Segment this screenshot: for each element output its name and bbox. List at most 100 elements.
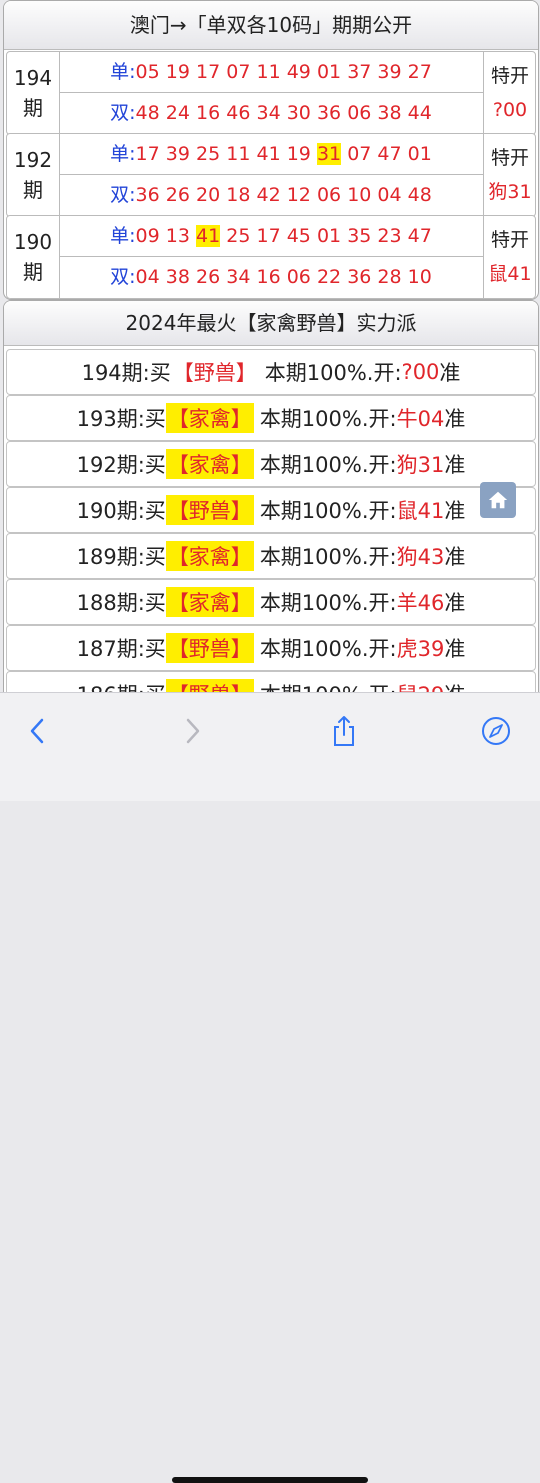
row-end: 准: [444, 499, 466, 523]
number: 27: [407, 61, 432, 83]
numbers-cell: 单:05 19 17 07 11 49 01 37 39 27 双:48 24 1…: [59, 52, 483, 134]
prediction-row: 192期:买 【家禽】 本期100%.开: 狗31 准: [6, 441, 536, 487]
number: 10: [347, 184, 372, 206]
special-label: 特开: [490, 65, 529, 87]
number: 39: [377, 61, 402, 83]
number: 22: [316, 266, 342, 288]
number: 30: [286, 102, 311, 124]
row-mid: 本期100%.开:: [259, 407, 397, 431]
row-mid: 本期100%.开:: [259, 637, 397, 661]
safari-button[interactable]: [476, 711, 516, 751]
number: 01: [316, 225, 342, 247]
special-value: 鼠41: [488, 263, 532, 285]
row-period: 192期:买: [76, 453, 166, 477]
number: 35: [347, 225, 372, 247]
bottom-panel: 2024年最火【家禽野兽】实力派 194期:买 【野兽】 本期100%.开: ?00 准…: [3, 300, 539, 702]
numbers-cell: 单:09 13 41 25 17 45 01 35 23 47 双:04 38 2…: [59, 216, 483, 298]
number: 07: [347, 143, 372, 165]
double-row: 双:04 38 26 34 16 06 22 36 28 10: [59, 256, 483, 297]
number: 31: [316, 143, 342, 165]
number: 23: [377, 225, 402, 247]
row-period: 194期:买: [81, 361, 171, 385]
row-pick: 【家禽】: [165, 403, 254, 433]
special-value: ?00: [492, 99, 528, 121]
number: 11: [256, 61, 281, 83]
number: 46: [226, 102, 251, 124]
issue-cell: 192 期: [7, 134, 60, 216]
number: 39: [165, 143, 190, 165]
number: 28: [377, 266, 402, 288]
numbers-cell: 单:17 39 25 11 41 19 31 07 47 01 双:36 26 2…: [59, 134, 483, 216]
row-pick: 【家禽】: [165, 587, 254, 617]
number: 19: [165, 61, 190, 83]
number: 47: [407, 225, 432, 247]
special-label: 特开: [490, 147, 529, 169]
number: 44: [407, 102, 432, 124]
number: 18: [226, 184, 251, 206]
number: 38: [165, 266, 190, 288]
home-indicator: [172, 1477, 368, 1483]
number: 25: [226, 225, 251, 247]
issue-cell: 194 期: [7, 52, 60, 134]
issue-number: 194: [13, 66, 53, 90]
back-button[interactable]: [18, 711, 58, 751]
row-end: 准: [444, 637, 466, 661]
issue-group: 194 期单:05 19 17 07 11 49 01 37 39 27 双:48 …: [6, 51, 536, 135]
number: 07: [226, 61, 251, 83]
chevron-right-icon: [186, 718, 200, 744]
prediction-row: 190期:买 【野兽】 本期100%.开: 鼠41 准: [6, 487, 536, 533]
number: 49: [286, 61, 311, 83]
row-label: 双:: [110, 184, 136, 206]
row-end: 准: [439, 361, 461, 385]
share-icon: [334, 716, 354, 746]
issue-cell: 190 期: [7, 216, 60, 298]
row-mid: 本期100%.开:: [259, 545, 397, 569]
number: 36: [316, 102, 342, 124]
special-cell: 特开 鼠41: [483, 216, 536, 298]
row-end: 准: [444, 591, 466, 615]
number: 41: [196, 225, 221, 247]
single-row: 单:17 39 25 11 41 19 31 07 47 01: [59, 134, 483, 174]
share-button[interactable]: [324, 711, 364, 751]
issue-unit: 期: [23, 178, 43, 202]
row-period: 188期:买: [76, 591, 166, 615]
row-pick: 【家禽】: [165, 449, 254, 479]
row-label: 单:: [110, 61, 136, 83]
row-pick: 【野兽】: [165, 495, 254, 525]
issue-unit: 期: [23, 260, 43, 284]
number: 04: [135, 266, 160, 288]
number: 24: [165, 102, 190, 124]
number: 37: [347, 61, 372, 83]
number: 34: [256, 102, 281, 124]
special-cell: 特开 ?00: [483, 52, 536, 134]
row-mid: 本期100%.开:: [259, 499, 397, 523]
home-button[interactable]: [480, 482, 516, 518]
number: 17: [135, 143, 160, 165]
row-end: 准: [444, 545, 466, 569]
single-row: 单:05 19 17 07 11 49 01 37 39 27: [59, 52, 483, 92]
number: 20: [196, 184, 221, 206]
number: 42: [256, 184, 281, 206]
row-period: 193期:买: [76, 407, 166, 431]
bottom-panel-title: 2024年最火【家禽野兽】实力派: [4, 301, 538, 346]
row-result: ?00: [401, 360, 440, 384]
number: 11: [226, 143, 251, 165]
special-cell: 特开 狗31: [483, 134, 536, 216]
row-label: 双:: [110, 266, 136, 288]
number: 25: [196, 143, 221, 165]
number: 06: [286, 266, 311, 288]
number: 45: [286, 225, 311, 247]
row-result: 狗43: [396, 545, 445, 569]
issue-group: 192 期单:17 39 25 11 41 19 31 07 47 01 双:36 …: [6, 133, 536, 217]
number: 36: [135, 184, 160, 206]
double-row: 双:48 24 16 46 34 30 36 06 38 44: [59, 92, 483, 133]
row-label: 单:: [110, 225, 136, 247]
issue-number: 190: [13, 230, 53, 254]
row-pick: 【野兽】: [165, 633, 254, 663]
row-period: 187期:买: [76, 637, 166, 661]
forward-button[interactable]: [172, 711, 212, 751]
row-result: 牛04: [396, 407, 445, 431]
number: 04: [377, 184, 402, 206]
row-result: 狗31: [396, 453, 445, 477]
number: 38: [377, 102, 402, 124]
